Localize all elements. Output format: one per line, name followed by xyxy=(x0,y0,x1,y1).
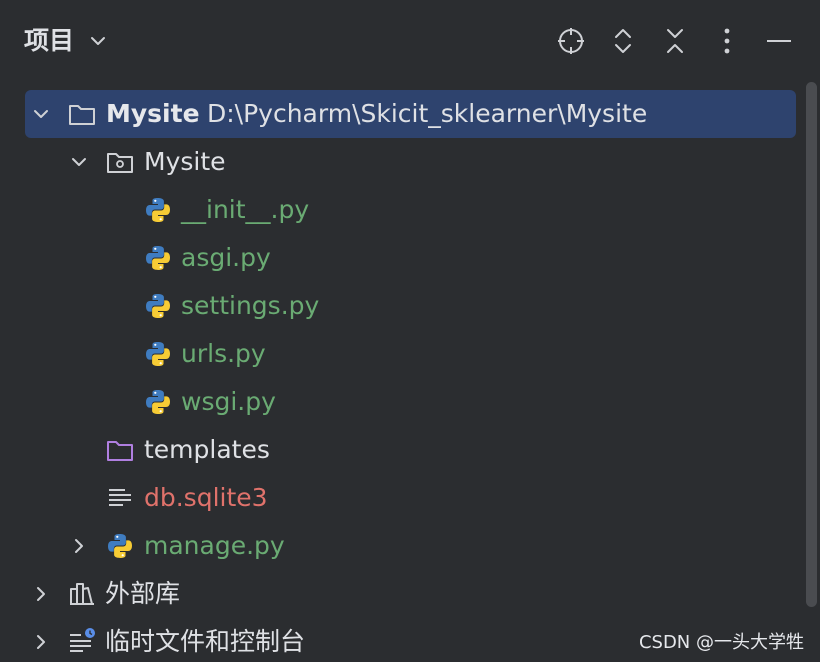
scratches-label: 临时文件和控制台 xyxy=(105,627,306,656)
python-file-icon xyxy=(146,390,170,414)
tree-row-manage[interactable]: manage.py xyxy=(0,522,800,570)
chevron-right-icon[interactable] xyxy=(67,534,91,558)
expand-all-icon[interactable] xyxy=(606,24,640,58)
chevron-down-icon[interactable] xyxy=(29,102,53,126)
tree-row-file[interactable]: urls.py xyxy=(0,330,800,378)
project-title[interactable]: 项目 xyxy=(24,22,74,60)
chevron-down-icon[interactable] xyxy=(67,150,91,174)
file-name: urls.py xyxy=(181,339,266,368)
tool-window-header: 项目 xyxy=(0,0,820,80)
package-folder-icon xyxy=(107,153,133,173)
tree-row-file[interactable]: settings.py xyxy=(0,282,800,330)
minimize-icon[interactable] xyxy=(762,24,796,58)
templates-folder-name: templates xyxy=(144,435,270,464)
tree-row-templates[interactable]: templates xyxy=(0,426,800,474)
locate-icon[interactable] xyxy=(554,24,588,58)
chevron-right-icon[interactable] xyxy=(29,630,53,654)
python-file-icon xyxy=(108,534,132,558)
manage-file-name: manage.py xyxy=(144,531,285,560)
root-folder-path: D:\Pycharm\Skicit_sklearner\Mysite xyxy=(207,99,648,128)
text-file-icon xyxy=(109,489,131,506)
package-name: Mysite xyxy=(144,147,226,176)
file-name: asgi.py xyxy=(181,243,271,272)
library-icon xyxy=(70,583,94,605)
templates-folder-icon xyxy=(107,441,133,461)
chevron-down-icon[interactable] xyxy=(86,29,110,53)
python-file-icon xyxy=(146,294,170,318)
chevron-right-icon[interactable] xyxy=(29,582,53,606)
python-file-icon xyxy=(146,246,170,270)
file-name: __init__.py xyxy=(181,195,310,224)
python-file-icon xyxy=(146,342,170,366)
tree-row-external-libraries[interactable]: 外部库 xyxy=(0,570,800,618)
folder-icon xyxy=(69,105,95,125)
tree-row-file[interactable]: wsgi.py xyxy=(0,378,800,426)
tree-row-db[interactable]: db.sqlite3 xyxy=(0,474,800,522)
vertical-scrollbar[interactable] xyxy=(806,82,817,607)
tree-row-file[interactable]: asgi.py xyxy=(0,234,800,282)
file-name: settings.py xyxy=(181,291,320,320)
project-tool-window: 项目 Mysite D:\Pycharm\Skicit_sklearner\My… xyxy=(0,0,820,662)
collapse-all-icon[interactable] xyxy=(658,24,692,58)
tree-row-root[interactable]: Mysite D:\Pycharm\Skicit_sklearner\Mysit… xyxy=(25,90,796,138)
python-file-icon xyxy=(146,198,170,222)
tree-row-package[interactable]: Mysite xyxy=(0,138,800,186)
db-file-name: db.sqlite3 xyxy=(144,483,268,512)
tree-row-file[interactable]: __init__.py xyxy=(0,186,800,234)
watermark: CSDN @一头大学牲 xyxy=(638,632,804,653)
file-name: wsgi.py xyxy=(181,387,276,416)
external-libraries-label: 外部库 xyxy=(105,579,181,608)
root-folder-name: Mysite xyxy=(106,99,200,128)
scratches-icon xyxy=(70,628,95,652)
more-icon[interactable] xyxy=(710,24,744,58)
